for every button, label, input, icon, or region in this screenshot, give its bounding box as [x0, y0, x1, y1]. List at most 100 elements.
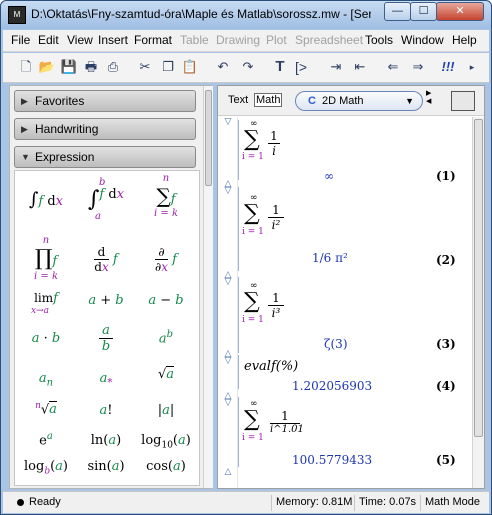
menu-plot[interactable]: Plot [266, 33, 287, 47]
menu-insert[interactable]: Insert [98, 33, 128, 47]
palette-handwriting-label: Handwriting [35, 122, 99, 136]
sum-lower-limit: i = 1 [242, 152, 264, 162]
back-icon[interactable]: ⇐ [384, 58, 402, 76]
menu-drawing[interactable]: Drawing [216, 33, 260, 47]
copy-icon[interactable]: ❐ [159, 58, 177, 76]
palette-expression[interactable]: ▼ Expression [14, 146, 196, 168]
forward-icon[interactable]: ⇒ [409, 58, 427, 76]
expr-cos[interactable]: cos(a) [137, 459, 195, 474]
execution-group-gutter [218, 117, 238, 488]
toolbar-overflow-icon[interactable]: ▸ [463, 58, 481, 76]
sum-sigma: ∑ [244, 407, 260, 432]
math-mode-icon[interactable]: [> [292, 58, 310, 76]
menu-window[interactable]: Window [401, 33, 444, 47]
print-icon[interactable]: 🖶 [82, 58, 100, 76]
execute-all-icon[interactable]: !!! [439, 58, 457, 76]
expr-factorial[interactable]: a! [77, 403, 135, 418]
context-panel-icon[interactable] [451, 91, 475, 111]
expr-nth-root[interactable]: n√a [17, 401, 75, 418]
summand-fraction: 1 i² [268, 203, 284, 232]
evalf-command[interactable]: evalf(%) [244, 359, 298, 374]
palette-handwriting[interactable]: ▶ Handwriting [14, 118, 196, 140]
new-document-icon[interactable]: 🗋 [17, 58, 35, 76]
menu-edit[interactable]: Edit [38, 33, 59, 47]
open-folder-icon[interactable]: 📂 [38, 58, 56, 76]
expr-product[interactable]: n ∏f i = k [17, 235, 75, 282]
expr-ln[interactable]: ln(a) [77, 433, 135, 448]
redo-icon[interactable]: ↷ [239, 58, 257, 76]
group-marker-icon[interactable]: ▽ [220, 118, 236, 135]
mode-label: 2D Math [321, 95, 364, 107]
expr-derivative[interactable]: d dx f [77, 245, 135, 274]
menu-file[interactable]: File [11, 33, 30, 47]
title-bar[interactable]: M D:\Oktatás\Fny-szamtud-óra\Maple és Ma… [1, 1, 491, 29]
menu-table[interactable]: Table [180, 33, 209, 47]
indent-icon[interactable]: ⇥ [327, 58, 345, 76]
expr-log-base[interactable]: logb(a) [17, 459, 75, 477]
status-memory: Memory: 0.81M [276, 496, 353, 508]
document-scrollbar-thumb[interactable] [474, 119, 483, 437]
expr-power[interactable]: ab [137, 329, 195, 346]
palette-favorites[interactable]: ▶ Favorites [14, 90, 196, 112]
expr-log10[interactable]: log10(a) [137, 433, 195, 451]
group-marker-icon[interactable]: △ ▽ [220, 392, 236, 409]
math-mode-select[interactable]: C 2D Math ▼ [295, 91, 423, 111]
outdent-icon[interactable]: ⇤ [351, 58, 369, 76]
palette-scrollbar-thumb[interactable] [205, 90, 212, 186]
group-marker-icon[interactable]: △ ▽ [220, 350, 236, 367]
expr-sin[interactable]: sin(a) [77, 459, 135, 474]
expr-exp[interactable]: ea [17, 431, 75, 448]
save-icon[interactable]: 💾 [60, 58, 78, 76]
text-mode-icon[interactable]: T [271, 58, 289, 76]
sum-sigma: ∑ [244, 127, 260, 152]
group-marker-icon[interactable]: △ ▽ [220, 271, 236, 288]
expr-partial-derivative[interactable]: ∂ ∂x f [137, 245, 195, 274]
paste-icon[interactable]: 📋 [181, 58, 199, 76]
expr-abs[interactable]: |a| [137, 403, 195, 418]
status-ready: Ready [29, 496, 61, 508]
group-bracket [238, 397, 242, 467]
print-preview-icon[interactable]: ⎙ [104, 58, 122, 76]
group-bracket [238, 355, 242, 389]
menu-help[interactable]: Help [452, 33, 477, 47]
menu-format[interactable]: Format [134, 33, 172, 47]
document-area: Text Math C 2D Math ▼ ▶ ◀ ▽ ∞ ∑ i = 1 1i ∞… [217, 85, 485, 489]
tab-math[interactable]: Math [254, 93, 283, 107]
toolbar: 🗋 📂 💾 🖶 ⎙ ✂ ❐ 📋 ↶ ↷ T [> ⇥ ⇤ ⇐ ⇒ !!! ▸ [3, 53, 489, 83]
summand-fraction: 1 i³ [268, 291, 284, 320]
sum-lower-limit: i = 1 [242, 433, 264, 443]
expr-add[interactable]: a + b [77, 293, 135, 308]
undo-icon[interactable]: ↶ [214, 58, 232, 76]
menu-tools[interactable]: Tools [365, 33, 393, 47]
maximize-button[interactable]: ☐ [410, 2, 437, 21]
cut-icon[interactable]: ✂ [136, 58, 154, 76]
expr-multiply[interactable]: a · b [17, 331, 75, 346]
group-marker-icon[interactable]: △ ▽ [220, 180, 236, 197]
menu-spreadsheet[interactable]: Spreadsheet [295, 33, 363, 47]
context-expand-icon[interactable]: ▶ ◀ [426, 90, 431, 106]
expr-sqrt[interactable]: √a [137, 366, 195, 382]
close-button[interactable]: ✕ [436, 2, 484, 21]
mode-icon: C [308, 95, 316, 107]
expr-divide[interactable]: ab [77, 323, 135, 354]
expr-definite-integral[interactable]: b ∫f dx a [77, 177, 135, 222]
group-marker-icon[interactable]: △ [220, 468, 236, 485]
minimize-button[interactable]: — [384, 2, 411, 21]
expr-sum[interactable]: n ∑f i = k [137, 173, 195, 219]
expr-conjugate[interactable]: a* [77, 371, 135, 389]
tab-text[interactable]: Text [228, 94, 248, 106]
palette-scrollbar[interactable] [203, 86, 213, 488]
menu-view[interactable]: View [67, 33, 93, 47]
palette-sidebar: ▶ Favorites ▶ Handwriting ▼ Expression ∫… [9, 85, 213, 489]
maple-leaf-icon: M [8, 6, 26, 24]
document-scrollbar[interactable] [472, 117, 484, 488]
expr-subscript[interactable]: an [17, 371, 75, 389]
palette-favorites-label: Favorites [35, 94, 85, 108]
expr-subtract[interactable]: a − b [137, 293, 195, 308]
expr-limit[interactable]: limf x→a [17, 291, 75, 316]
summand-fraction: 1i [268, 129, 280, 158]
output-3: ζ(3) [324, 337, 348, 351]
expr-integral[interactable]: ∫f dx [17, 189, 75, 210]
worksheet[interactable]: ▽ ∞ ∑ i = 1 1i ∞ (1) △ ▽ ∞ ∑ i = 1 1 i² 1/… [218, 117, 472, 488]
equation-label-2: (2) [436, 253, 456, 267]
